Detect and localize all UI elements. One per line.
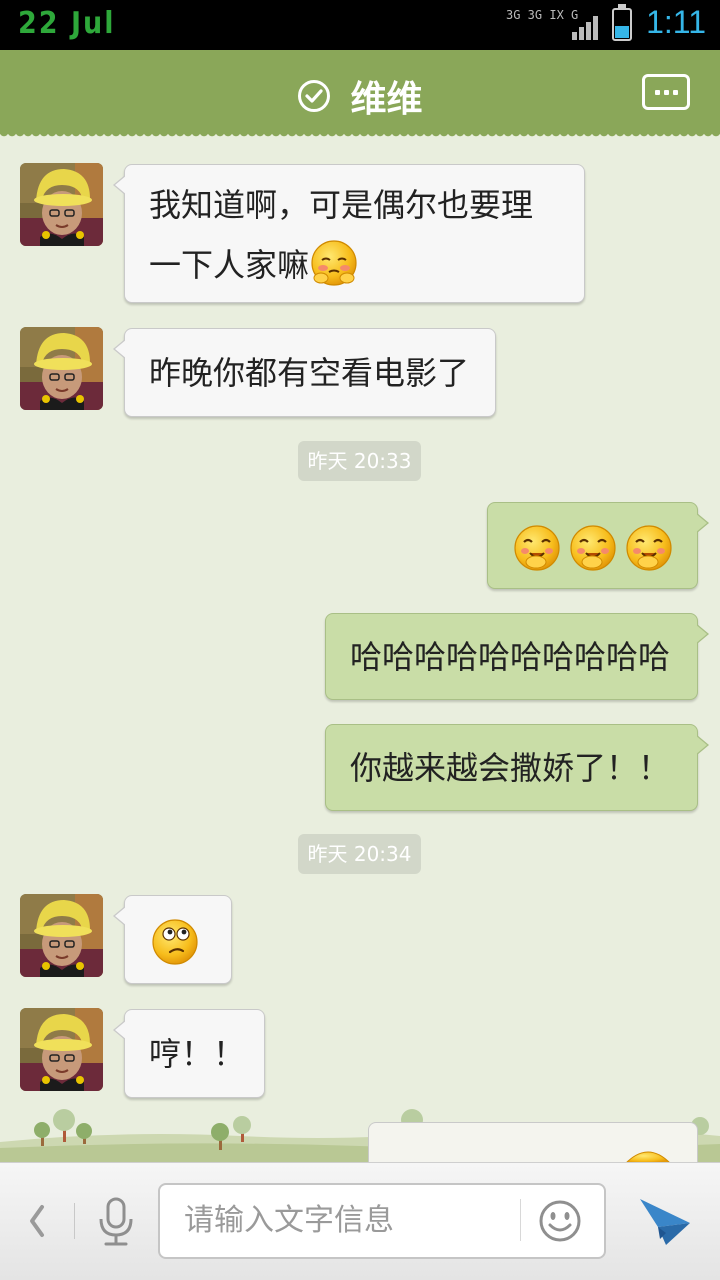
message-bubble-outgoing[interactable] — [487, 502, 709, 589]
contact-avatar[interactable] — [20, 894, 103, 977]
status-date: 22 Jul — [18, 6, 116, 41]
giggle-face-icon — [514, 525, 560, 571]
message-bubble-outgoing[interactable]: 你越来越会撒娇了！！ — [325, 724, 709, 811]
timestamp-chip: 昨天 20:33 — [298, 441, 421, 481]
more-dots-icon[interactable] — [642, 74, 690, 110]
message-bubble-incoming[interactable]: 我知道啊，可是偶尔也要理 一下人家嘛 — [113, 164, 585, 303]
message-bubble-partial — [368, 1122, 698, 1163]
contact-avatar[interactable] — [20, 1008, 103, 1091]
message-text: 哈哈哈哈哈哈哈哈哈哈 — [350, 638, 671, 676]
message-text: 你越来越会撒娇了！！ — [350, 749, 671, 787]
giggle-face-icon — [570, 525, 616, 571]
message-text: 昨晚你都有空看电影了 — [149, 354, 470, 392]
header-title-group: 维维 — [0, 70, 720, 120]
input-bar: 请输入文字信息 — [0, 1162, 720, 1280]
confused-face-icon — [152, 919, 198, 965]
divider — [520, 1199, 521, 1241]
signal-bars-icon — [572, 16, 598, 40]
message-text: 我知道啊，可是偶尔也要理 — [149, 186, 534, 224]
message-bubble-incoming[interactable]: 昨晚你都有空看电影了 — [113, 328, 496, 417]
message-bubble-outgoing[interactable]: 哈哈哈哈哈哈哈哈哈哈 — [325, 613, 709, 700]
message-bubble-incoming[interactable] — [113, 895, 232, 984]
microphone-icon[interactable] — [96, 1197, 136, 1247]
battery-icon — [612, 4, 632, 41]
emoji-partial-icon — [625, 1151, 671, 1163]
message-line: 一下人家嘛 — [149, 235, 560, 295]
smiley-icon[interactable] — [538, 1199, 582, 1243]
message-input-placeholder: 请输入文字信息 — [184, 1203, 394, 1238]
contact-name: 维维 — [350, 79, 423, 120]
check-circle-icon — [298, 80, 331, 112]
divider — [74, 1203, 75, 1239]
chevron-left-icon[interactable] — [24, 1201, 48, 1241]
chat-header: 维维 — [0, 50, 720, 140]
timestamp-chip: 昨天 20:34 — [298, 834, 421, 874]
status-time: 1:11 — [646, 4, 706, 40]
contact-avatar[interactable] — [20, 163, 103, 246]
contact-avatar[interactable] — [20, 327, 103, 410]
message-bubble-incoming[interactable]: 哼！！ — [113, 1009, 265, 1098]
giggle-face-icon — [626, 525, 672, 571]
message-text: 哼！！ — [149, 1035, 246, 1073]
status-bar: 22 Jul 3G 3G IX G 1:11 — [0, 0, 720, 50]
shy-face-icon — [311, 240, 357, 286]
message-text: 一下人家嘛 — [149, 246, 310, 284]
paper-plane-icon[interactable] — [636, 1193, 692, 1249]
